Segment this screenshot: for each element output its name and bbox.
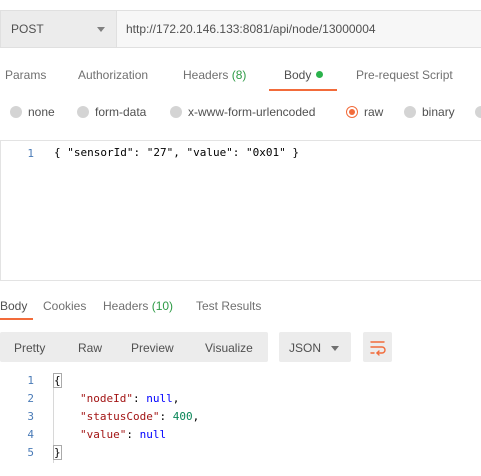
line-number: 1 [27, 147, 34, 160]
chevron-down-icon [331, 346, 339, 351]
line-number: 4 [27, 428, 34, 441]
json-value: 400 [172, 410, 193, 423]
view-preview-button[interactable]: Preview [131, 341, 174, 355]
tab-params[interactable]: Params [5, 68, 46, 82]
response-line: "nodeId": null, [80, 392, 180, 405]
response-tab-headers[interactable]: Headers (10) [103, 299, 173, 313]
view-raw-button[interactable]: Raw [78, 341, 102, 355]
radio-none[interactable] [10, 106, 22, 118]
radio-binary[interactable] [404, 106, 416, 118]
tab-headers[interactable]: Headers (8) [183, 68, 246, 82]
body-indicator-dot-icon [316, 71, 324, 78]
response-tab-cookies[interactable]: Cookies [43, 299, 86, 313]
response-line: { [53, 373, 62, 388]
radio-binary-label: binary [422, 105, 455, 119]
view-visualize-button[interactable]: Visualize [205, 341, 253, 355]
radio-none-label: none [28, 105, 55, 119]
radio-form-data-label: form-data [95, 105, 147, 119]
response-format-label: JSON [289, 341, 322, 355]
line-number: 2 [27, 392, 34, 405]
request-body-line: { "sensorId": "27", "value": "0x01" } [54, 146, 300, 159]
tab-label: Test Results [196, 299, 262, 313]
json-key: "nodeId" [80, 392, 133, 405]
json-key: "statusCode" [80, 410, 160, 423]
tab-label: Authorization [78, 68, 149, 82]
tab-label: Headers [103, 299, 149, 313]
wrap-lines-icon [370, 341, 386, 356]
response-tab-test-results[interactable]: Test Results [196, 299, 261, 313]
radio-raw[interactable] [346, 106, 358, 118]
radio-more[interactable] [475, 106, 481, 118]
radio-raw-label: raw [364, 105, 384, 119]
response-tab-body[interactable]: Body [0, 299, 27, 313]
tab-label: Body [284, 68, 312, 82]
tab-label: Cookies [43, 299, 87, 313]
url-text: http://172.20.146.133:8081/api/node/1300… [126, 22, 376, 36]
active-tab-indicator [269, 89, 337, 91]
method-label: POST [11, 22, 44, 36]
chevron-down-icon [97, 27, 105, 32]
tab-label: Headers [183, 68, 229, 82]
line-number: 3 [27, 410, 34, 423]
line-number: 5 [27, 446, 34, 459]
tab-label: Pre-request Script [356, 68, 453, 82]
response-line: } [53, 445, 62, 460]
response-line: "statusCode": 400, [80, 410, 200, 423]
body-type-options: none form-data x-www-form-urlencoded raw… [0, 104, 481, 120]
tab-label: Params [5, 68, 47, 82]
active-response-tab-indicator [0, 318, 33, 320]
radio-x-www-form-urlencoded[interactable] [170, 106, 182, 118]
json-value: null [146, 392, 173, 405]
radio-x-www-form-urlencoded-label: x-www-form-urlencoded [188, 105, 316, 119]
tab-body[interactable]: Body [284, 68, 324, 82]
response-headers-count: (10) [151, 299, 174, 313]
editor-border [0, 140, 1, 281]
method-select[interactable]: POST [0, 10, 116, 48]
tab-authorization[interactable]: Authorization [78, 68, 148, 82]
url-input[interactable]: http://172.20.146.133:8081/api/node/1300… [116, 10, 481, 48]
tab-label: Body [0, 299, 28, 313]
tab-pre-request-script[interactable]: Pre-request Script [356, 68, 453, 82]
headers-count: (8) [231, 68, 247, 82]
json-value: null [139, 428, 167, 441]
wrap-lines-button[interactable] [363, 332, 392, 362]
radio-form-data[interactable] [77, 106, 89, 118]
line-number: 1 [27, 374, 34, 387]
response-line: "value": null [80, 428, 167, 441]
view-pretty-button[interactable]: Pretty [14, 341, 45, 355]
json-key: "value" [80, 428, 127, 441]
request-body-editor[interactable] [0, 140, 481, 281]
